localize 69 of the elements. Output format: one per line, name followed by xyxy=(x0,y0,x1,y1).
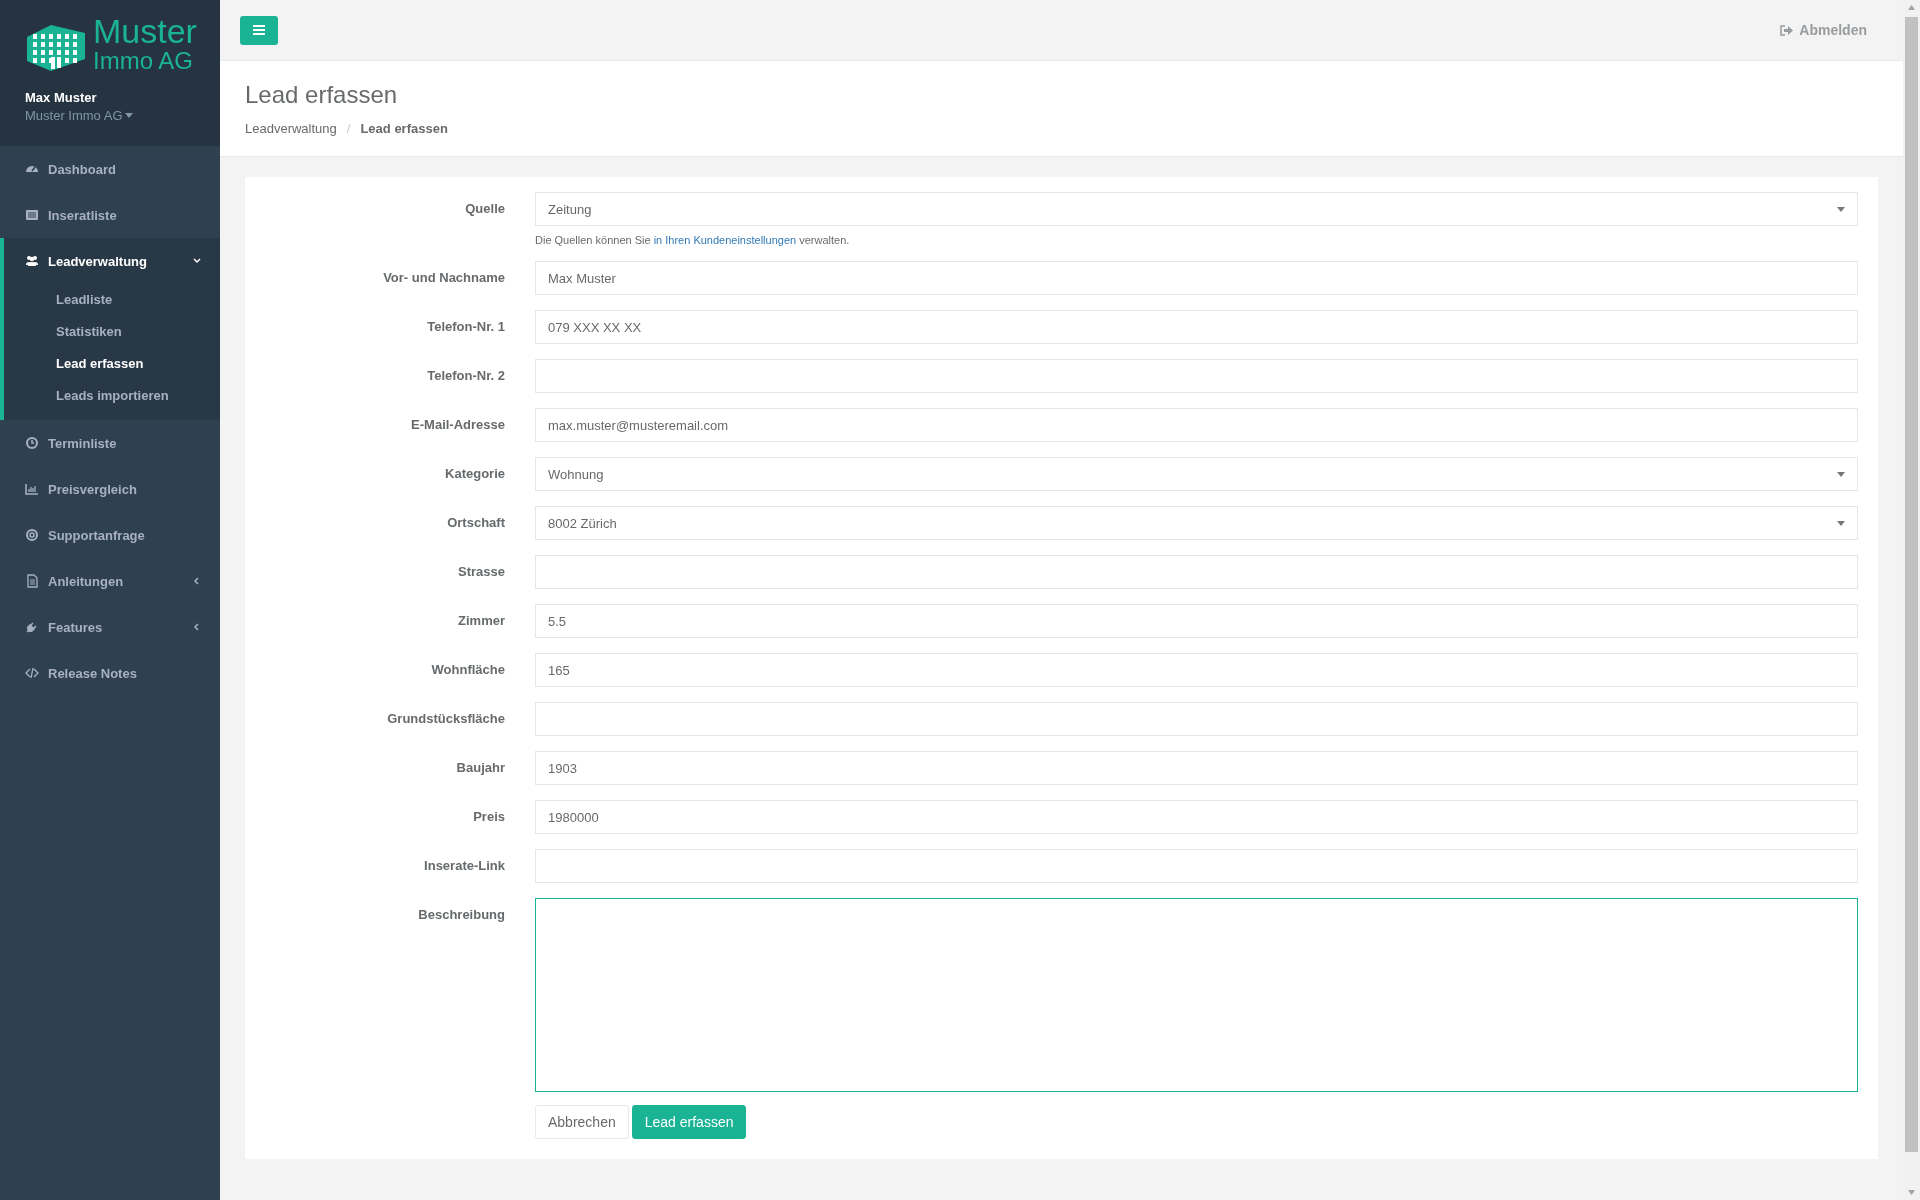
dropdown-arrow-icon xyxy=(1837,206,1845,212)
dropdown-arrow-icon xyxy=(1837,471,1845,477)
field-label: Preis xyxy=(472,808,505,826)
breadcrumb-separator: / xyxy=(346,121,351,136)
field-label: Grundstücksfläche xyxy=(386,710,505,728)
logo-text: Immo AG xyxy=(93,46,195,76)
input-field[interactable] xyxy=(535,555,1858,589)
input-field[interactable] xyxy=(535,359,1858,393)
input-field[interactable] xyxy=(535,849,1858,883)
field-label: Kategorie xyxy=(444,465,505,483)
submenu-item[interactable]: Statistiken xyxy=(4,316,220,348)
input-field[interactable]: Max Muster xyxy=(535,261,1858,295)
input-field[interactable]: max.muster@musteremail.com xyxy=(535,408,1858,442)
menu-icon xyxy=(25,482,39,496)
input-field[interactable]: 1980000 xyxy=(535,800,1858,834)
select-field[interactable]: Zeitung xyxy=(535,192,1858,226)
input-field[interactable] xyxy=(535,702,1858,736)
input-field[interactable]: 5.5 xyxy=(535,604,1858,638)
menu-icon xyxy=(25,666,39,680)
field-label: Inserate-Link xyxy=(423,857,505,875)
menu-icon xyxy=(25,208,39,222)
textarea-field[interactable] xyxy=(535,898,1858,1092)
logo-text: Muster xyxy=(93,16,197,46)
submenu-item[interactable]: Lead erfassen xyxy=(4,348,220,380)
sidebar-item[interactable]: Features xyxy=(0,604,220,650)
sidebar-item[interactable]: Terminliste xyxy=(0,420,220,466)
sidebar-item[interactable]: Preisvergleich xyxy=(0,466,220,512)
logout-icon xyxy=(1780,24,1794,36)
submenu-item[interactable]: Leadliste xyxy=(4,284,220,316)
company-dropdown[interactable]: Muster Immo AG xyxy=(25,108,123,123)
menu-icon xyxy=(25,528,39,542)
menu-icon xyxy=(253,25,265,35)
sidebar-item[interactable]: Inseratliste xyxy=(0,192,220,238)
submenu-item[interactable]: Leads importieren xyxy=(4,380,220,412)
breadcrumb-item: Lead erfassen xyxy=(360,121,448,136)
input-field[interactable]: 079 XXX XX XX xyxy=(535,310,1858,344)
menu-toggle-button[interactable] xyxy=(240,15,278,45)
field-label: Wohnfläche xyxy=(430,661,505,679)
field-label: Beschreibung xyxy=(417,906,505,924)
input-field[interactable]: 165 xyxy=(535,653,1858,687)
field-label: Telefon-Nr. 2 xyxy=(426,367,505,385)
page-title: Lead erfassen xyxy=(245,81,399,109)
sidebar-item[interactable]: Leadverwaltung xyxy=(4,238,220,284)
sidebar-item[interactable]: Anleitungen xyxy=(0,558,220,604)
menu-icon xyxy=(25,436,39,450)
breadcrumb-item[interactable]: Leadverwaltung xyxy=(245,121,337,136)
sidebar-item[interactable]: Supportanfrage xyxy=(0,512,220,558)
field-label: Telefon-Nr. 1 xyxy=(426,318,505,336)
help-text: Die Quellen können Sie in Ihren Kundeneinstellungen verwalten. xyxy=(535,234,851,246)
settings-link[interactable]: in Ihren Kundeneinstellungen xyxy=(653,234,797,246)
select-field[interactable]: 8002 Zürich xyxy=(535,506,1858,540)
field-label: Zimmer xyxy=(457,612,505,630)
user-name: Max Muster xyxy=(25,90,98,105)
field-label: Ortschaft xyxy=(446,514,505,532)
menu-icon xyxy=(25,254,39,268)
field-label: E-Mail-Adresse xyxy=(410,416,505,434)
select-field[interactable]: Wohnung xyxy=(535,457,1858,491)
field-label: Baujahr xyxy=(455,759,505,777)
menu-icon xyxy=(25,620,39,634)
dropdown-arrow-icon xyxy=(1837,520,1845,526)
field-label: Vor- und Nachname xyxy=(382,269,505,287)
cancel-button[interactable]: Abbrechen xyxy=(535,1105,629,1139)
input-field[interactable]: 1903 xyxy=(535,751,1858,785)
sidebar-item[interactable]: Dashboard xyxy=(0,146,220,192)
field-label: Strasse xyxy=(457,563,505,581)
menu-icon xyxy=(25,574,39,588)
field-label: Quelle xyxy=(464,200,505,218)
caret-icon xyxy=(124,113,133,118)
sidebar-item[interactable]: Release Notes xyxy=(0,650,220,696)
